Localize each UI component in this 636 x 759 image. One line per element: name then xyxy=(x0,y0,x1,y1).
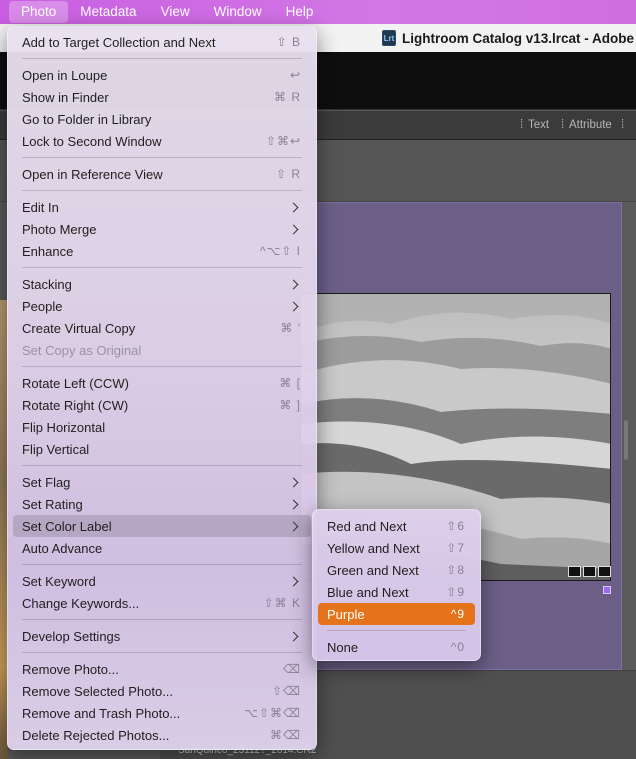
submenu-item-blue-and-next[interactable]: Blue and Next ⇧9 xyxy=(318,581,475,603)
submenu-item-yellow-and-next[interactable]: Yellow and Next ⇧7 xyxy=(318,537,475,559)
submenu-item-green-and-next[interactable]: Green and Next ⇧8 xyxy=(318,559,475,581)
menubar-view[interactable]: View xyxy=(149,1,202,23)
comment-badge-icon[interactable] xyxy=(568,566,581,577)
menu-item-create-virtual-copy[interactable]: Create Virtual Copy ⌘ ' xyxy=(13,317,311,339)
filter-attribute[interactable]: Attribute xyxy=(569,119,612,131)
menubar-help[interactable]: Help xyxy=(274,1,326,23)
menu-item-set-keyword[interactable]: Set Keyword xyxy=(13,570,311,592)
menu-separator xyxy=(327,630,466,631)
menu-separator xyxy=(22,619,302,620)
filter-divider: ⁞ xyxy=(621,119,625,131)
menubar-photo[interactable]: Photo xyxy=(9,1,69,23)
menu-item-set-rating[interactable]: Set Rating xyxy=(13,493,311,515)
menu-item-lock-second-window[interactable]: Lock to Second Window ⇧⌘↩ xyxy=(13,130,311,152)
menu-item-remove-and-trash-photo[interactable]: Remove and Trash Photo... ⌥⇧⌘⌫ xyxy=(13,702,311,724)
menu-separator xyxy=(22,267,302,268)
menu-bar: Photo Metadata View Window Help xyxy=(0,0,636,24)
chevron-right-icon xyxy=(288,301,299,311)
menu-item-set-copy-as-original: Set Copy as Original xyxy=(22,342,142,358)
chevron-right-icon xyxy=(288,477,299,487)
menu-item-rotate-right[interactable]: Rotate Right (CW) ⌘ ] xyxy=(13,394,311,416)
menu-separator xyxy=(22,465,302,466)
menu-item-set-flag[interactable]: Set Flag xyxy=(13,471,311,493)
grid-scroll-handle[interactable] xyxy=(624,420,628,460)
filter-divider: ⁞ xyxy=(561,119,565,131)
menu-item-set-color-label[interactable]: Set Color Label xyxy=(13,515,311,537)
menu-item-people[interactable]: People xyxy=(13,295,311,317)
menu-separator xyxy=(22,157,302,158)
menu-item-open-reference-view[interactable]: Open in Reference View ⇧ R xyxy=(13,163,311,185)
menu-item-auto-advance[interactable]: Auto Advance xyxy=(13,537,311,559)
menu-item-enhance[interactable]: Enhance ^⌥⇧ I xyxy=(13,240,311,262)
menu-item-edit-in[interactable]: Edit In xyxy=(13,196,311,218)
color-label-submenu: Red and Next ⇧6 Yellow and Next ⇧7 Green a… xyxy=(312,509,481,661)
chevron-right-icon xyxy=(288,631,299,641)
chevron-right-icon xyxy=(288,202,299,212)
menu-item-add-to-target[interactable]: Add to Target Collection and Next ⇧ B xyxy=(13,31,311,53)
menu-separator xyxy=(22,366,302,367)
menu-item-develop-settings[interactable]: Develop Settings xyxy=(13,625,311,647)
menu-separator xyxy=(22,564,302,565)
chevron-right-icon xyxy=(288,576,299,586)
collection-badge-icon[interactable] xyxy=(583,566,596,577)
menu-item-show-in-finder[interactable]: Show in Finder ⌘ R xyxy=(13,86,311,108)
menu-item-open-in-loupe[interactable]: Open in Loupe ↩ xyxy=(13,64,311,86)
photo-menu: Add to Target Collection and Next ⇧ B Ope… xyxy=(7,26,317,750)
menu-item-flip-horizontal[interactable]: Flip Horizontal xyxy=(13,416,311,438)
edited-badge-icon[interactable] xyxy=(598,566,611,577)
menu-separator xyxy=(22,58,302,59)
menu-separator xyxy=(22,652,302,653)
submenu-item-red-and-next[interactable]: Red and Next ⇧6 xyxy=(318,515,475,537)
menu-item-flip-vertical[interactable]: Flip Vertical xyxy=(13,438,311,460)
chevron-right-icon xyxy=(288,499,299,509)
chevron-right-icon xyxy=(288,224,299,234)
submenu-item-none[interactable]: None ^0 xyxy=(318,636,475,658)
menu-item-stacking[interactable]: Stacking xyxy=(13,273,311,295)
menu-item-change-keywords[interactable]: Change Keywords... ⇧⌘ K xyxy=(13,592,311,614)
thumbnail-badges xyxy=(568,566,611,577)
menubar-metadata[interactable]: Metadata xyxy=(68,1,148,23)
catalog-file-icon: Lrt xyxy=(381,30,396,46)
menu-item-rotate-left[interactable]: Rotate Left (CCW) ⌘ [ xyxy=(13,372,311,394)
menu-item-remove-selected-photo[interactable]: Remove Selected Photo... ⇧⌫ xyxy=(13,680,311,702)
window-title: Lightroom Catalog v13.lrcat - Adobe xyxy=(401,30,634,46)
chevron-right-icon xyxy=(288,279,299,289)
menu-item-remove-photo[interactable]: Remove Photo... ⌫ xyxy=(13,658,311,680)
filter-divider: ⁞ xyxy=(520,119,524,131)
menu-item-photo-merge[interactable]: Photo Merge xyxy=(13,218,311,240)
chevron-right-icon xyxy=(288,521,299,531)
filter-text[interactable]: Text xyxy=(528,119,549,131)
color-label-swatch xyxy=(603,586,611,594)
menubar-window[interactable]: Window xyxy=(202,1,274,23)
menu-item-delete-rejected-photos[interactable]: Delete Rejected Photos... ⌘⌫ xyxy=(13,724,311,746)
submenu-item-purple[interactable]: Purple ^9 xyxy=(318,603,475,625)
menu-item-go-to-folder[interactable]: Go to Folder in Library xyxy=(13,108,311,130)
menu-separator xyxy=(22,190,302,191)
